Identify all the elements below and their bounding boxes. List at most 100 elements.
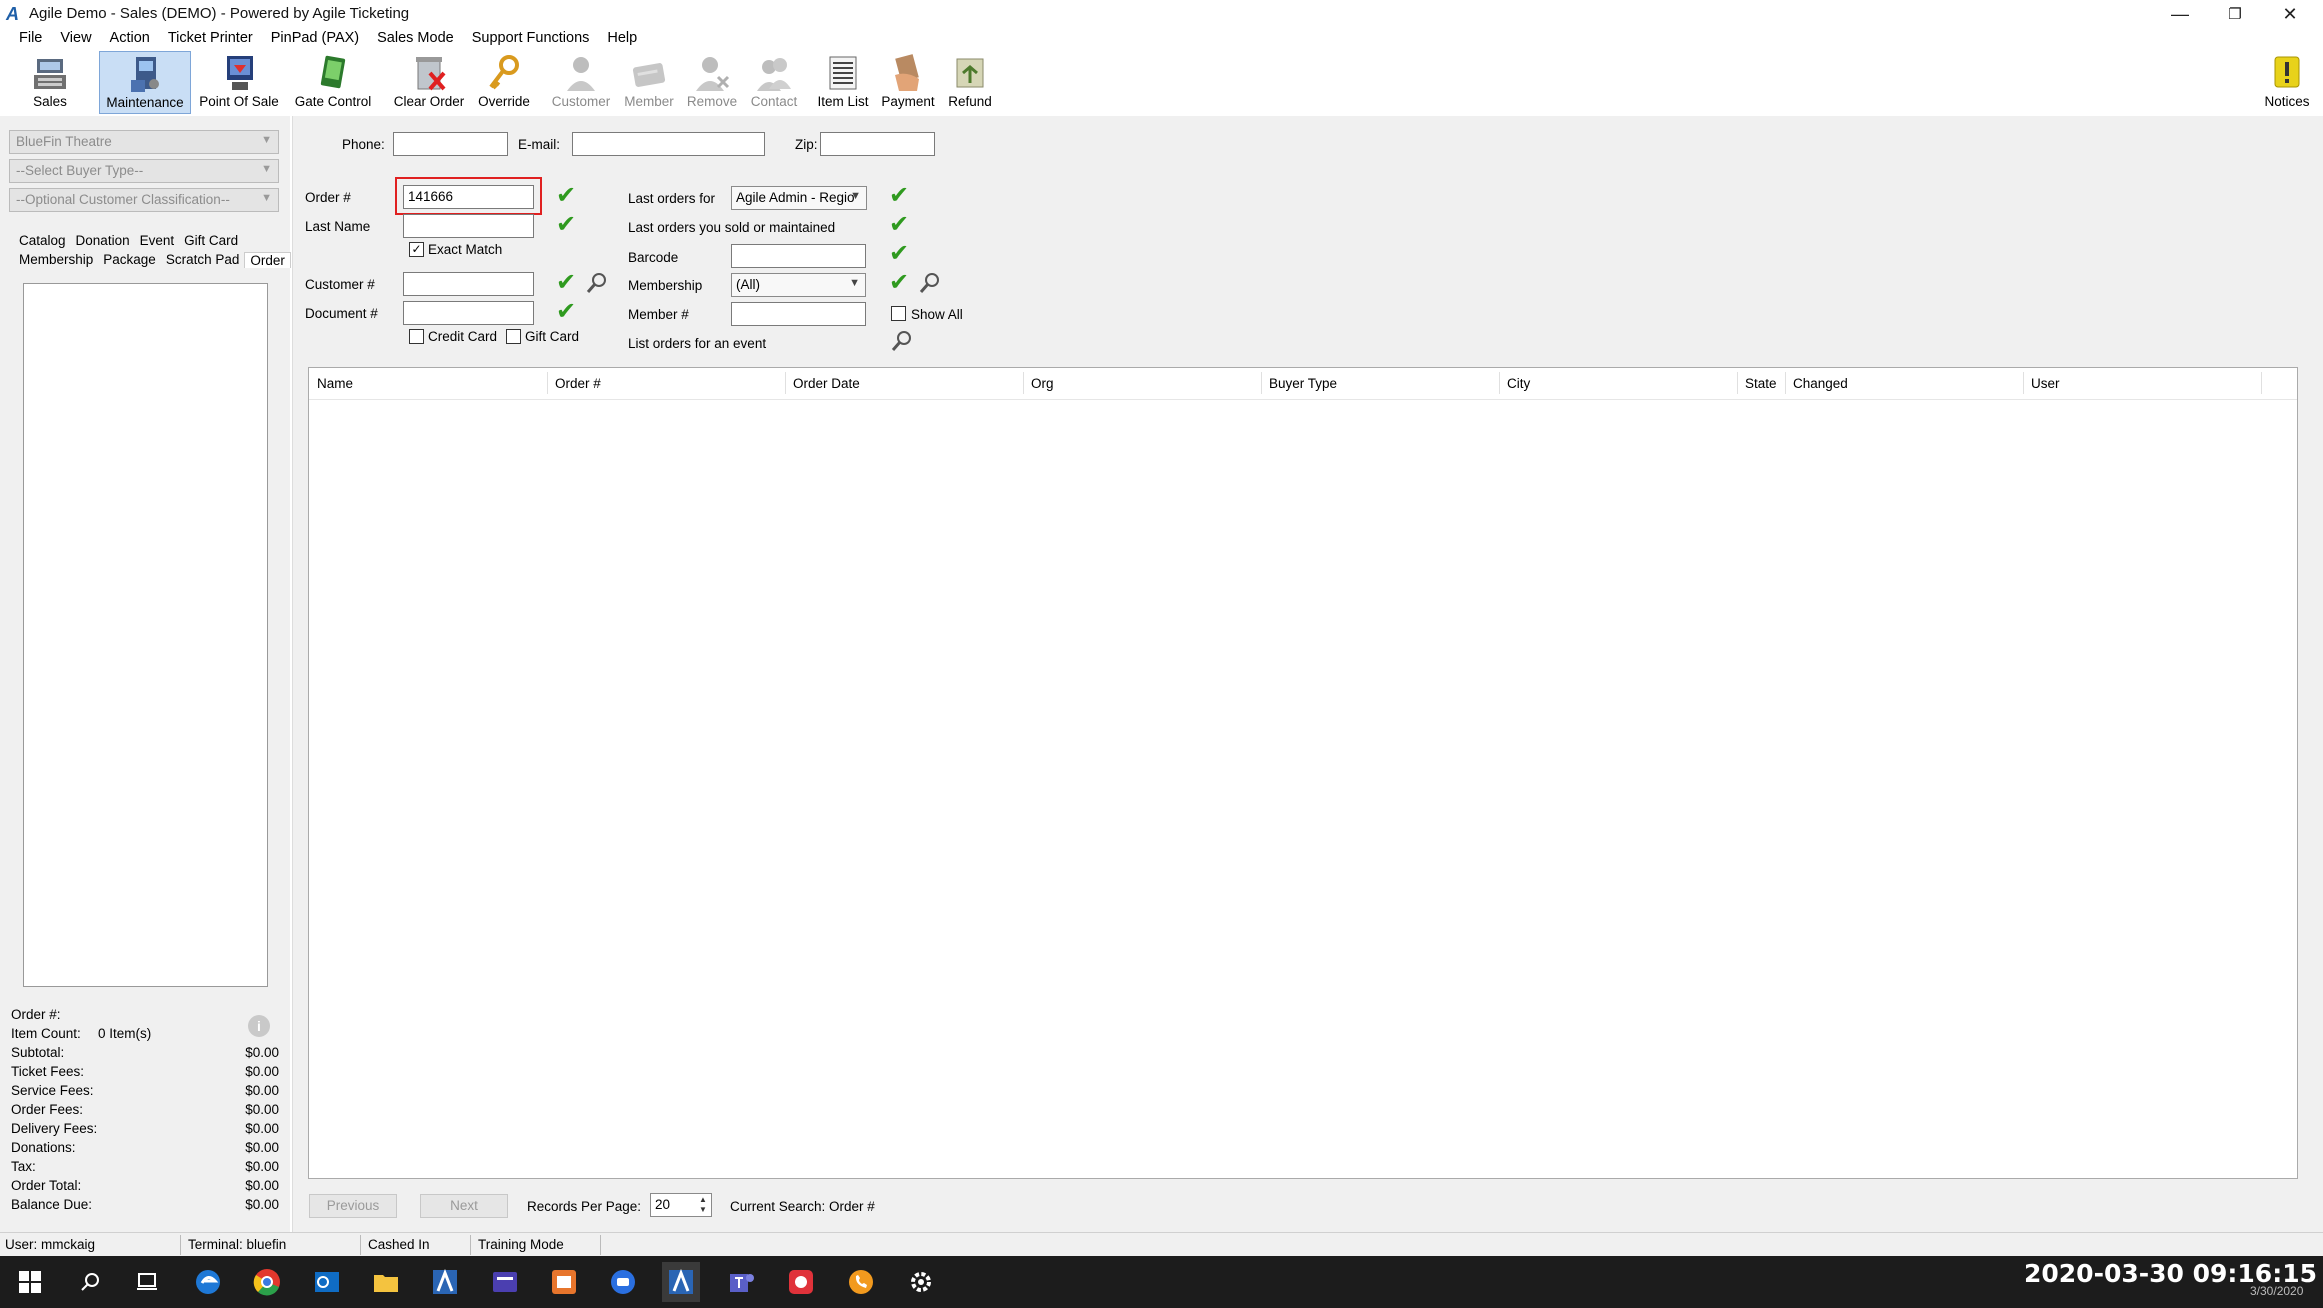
phone-app-icon[interactable] (845, 1266, 877, 1298)
menu-view[interactable]: View (51, 28, 100, 50)
column-divider[interactable] (2023, 372, 2024, 394)
column-divider[interactable] (1499, 372, 1500, 394)
spin-up-icon[interactable]: ▲ (696, 1195, 710, 1205)
outlook-app-icon[interactable] (548, 1266, 580, 1298)
column-divider[interactable] (2261, 372, 2262, 394)
last-name-check-icon[interactable]: ✔ (556, 213, 580, 237)
order-search-check-icon[interactable]: ✔ (556, 184, 580, 208)
email-input[interactable] (572, 132, 765, 156)
last-name-input[interactable] (403, 214, 534, 238)
tab-gift-card[interactable]: Gift Card (179, 233, 243, 248)
column-divider[interactable] (1023, 372, 1024, 394)
payment-button[interactable]: Payment (878, 51, 938, 114)
column-org[interactable]: Org (1031, 376, 1054, 391)
override-button[interactable]: Override (474, 51, 534, 114)
membership-select[interactable]: (All) ▼ (731, 273, 866, 297)
task-view-icon[interactable] (131, 1266, 163, 1298)
member-number-input[interactable] (731, 302, 866, 326)
edge-icon[interactable] (192, 1266, 224, 1298)
document-check-icon[interactable]: ✔ (556, 300, 580, 324)
item-list-button[interactable]: Item List (812, 51, 874, 114)
column-name[interactable]: Name (317, 376, 353, 391)
column-changed[interactable]: Changed (1793, 376, 1848, 391)
column-divider[interactable] (1261, 372, 1262, 394)
barcode-input[interactable] (731, 244, 866, 268)
tab-catalog[interactable]: Catalog (14, 233, 71, 248)
zip-input[interactable] (820, 132, 935, 156)
column-buyer-type[interactable]: Buyer Type (1269, 376, 1337, 391)
column-city[interactable]: City (1507, 376, 1530, 391)
contact-button[interactable]: Contact (745, 51, 803, 114)
records-per-page-spinner[interactable]: 20 ▲ ▼ (650, 1193, 712, 1217)
customer-number-input[interactable] (403, 272, 534, 296)
customer-button[interactable]: Customer (549, 51, 613, 114)
notices-button[interactable]: Notices (2257, 51, 2317, 114)
menu-help[interactable]: Help (598, 28, 646, 50)
gate-control-button[interactable]: Gate Control (290, 51, 376, 114)
maintenance-button[interactable]: Maintenance (99, 51, 191, 114)
phone-input[interactable] (393, 132, 508, 156)
chat-app-icon[interactable] (607, 1266, 639, 1298)
menu-ticket-printer[interactable]: Ticket Printer (159, 28, 262, 50)
red-app-icon[interactable] (785, 1266, 817, 1298)
tab-order[interactable]: Order (244, 252, 291, 268)
membership-search-icon[interactable] (919, 272, 941, 294)
restore-button[interactable]: ❐ (2210, 0, 2260, 28)
clear-order-button[interactable]: Clear Order (390, 51, 468, 114)
column-divider[interactable] (547, 372, 548, 394)
menu-support-functions[interactable]: Support Functions (463, 28, 599, 50)
settings-icon[interactable] (905, 1266, 937, 1298)
chrome-icon[interactable] (251, 1266, 283, 1298)
minimize-button[interactable]: — (2155, 0, 2205, 28)
exact-match-checkbox[interactable]: ✓ (409, 242, 424, 257)
last-orders-sold-check-icon[interactable]: ✔ (889, 213, 913, 237)
event-search-icon[interactable] (891, 330, 913, 352)
last-orders-for-select[interactable]: Agile Admin - Regio ▼ (731, 186, 867, 210)
search-icon[interactable] (74, 1266, 106, 1298)
menu-action[interactable]: Action (101, 28, 159, 50)
membership-check-icon[interactable]: ✔ (889, 271, 913, 295)
gift-card-checkbox[interactable] (506, 329, 521, 344)
customer-classification-select[interactable]: --Optional Customer Classification-- ▼ (9, 188, 279, 212)
sales-button[interactable]: Sales (20, 51, 80, 114)
column-divider[interactable] (1785, 372, 1786, 394)
column-divider[interactable] (1737, 372, 1738, 394)
tab-package[interactable]: Package (98, 252, 161, 268)
buyer-type-select[interactable]: --Select Buyer Type-- ▼ (9, 159, 279, 183)
order-number-input[interactable]: 141666 (403, 185, 534, 209)
menu-pinpad[interactable]: PinPad (PAX) (262, 28, 368, 50)
tab-donation[interactable]: Donation (71, 233, 135, 248)
agile-icon[interactable] (429, 1266, 461, 1298)
column-divider[interactable] (785, 372, 786, 394)
file-explorer-icon[interactable] (370, 1266, 402, 1298)
document-number-input[interactable] (403, 301, 534, 325)
tab-scratch-pad[interactable]: Scratch Pad (161, 252, 245, 268)
results-grid[interactable]: Name Order # Order Date Org Buyer Type C… (308, 367, 2298, 1179)
refund-button[interactable]: Refund (940, 51, 1000, 114)
tab-membership[interactable]: Membership (14, 252, 98, 268)
last-orders-for-check-icon[interactable]: ✔ (889, 184, 913, 208)
menu-sales-mode[interactable]: Sales Mode (368, 28, 463, 50)
column-order-date[interactable]: Order Date (793, 376, 860, 391)
barcode-check-icon[interactable]: ✔ (889, 242, 913, 266)
venue-select[interactable]: BlueFin Theatre ▼ (9, 130, 279, 154)
tab-event[interactable]: Event (135, 233, 180, 248)
media-app-icon[interactable] (489, 1266, 521, 1298)
agile-active-icon[interactable] (662, 1262, 700, 1302)
windows-start-icon[interactable] (14, 1266, 46, 1298)
column-state[interactable]: State (1745, 376, 1777, 391)
outlook-icon[interactable] (311, 1266, 343, 1298)
previous-button[interactable]: Previous (309, 1194, 397, 1218)
column-order-number[interactable]: Order # (555, 376, 601, 391)
credit-card-checkbox[interactable] (409, 329, 424, 344)
spin-down-icon[interactable]: ▼ (696, 1205, 710, 1215)
close-button[interactable]: ✕ (2265, 0, 2315, 28)
show-all-checkbox[interactable] (891, 306, 906, 321)
next-button[interactable]: Next (420, 1194, 508, 1218)
point-of-sale-button[interactable]: Point Of Sale (196, 51, 282, 114)
remove-button[interactable]: Remove (684, 51, 740, 114)
order-items-list[interactable] (23, 283, 268, 987)
member-button[interactable]: Member (620, 51, 678, 114)
column-user[interactable]: User (2031, 376, 2060, 391)
menu-file[interactable]: File (10, 28, 51, 50)
